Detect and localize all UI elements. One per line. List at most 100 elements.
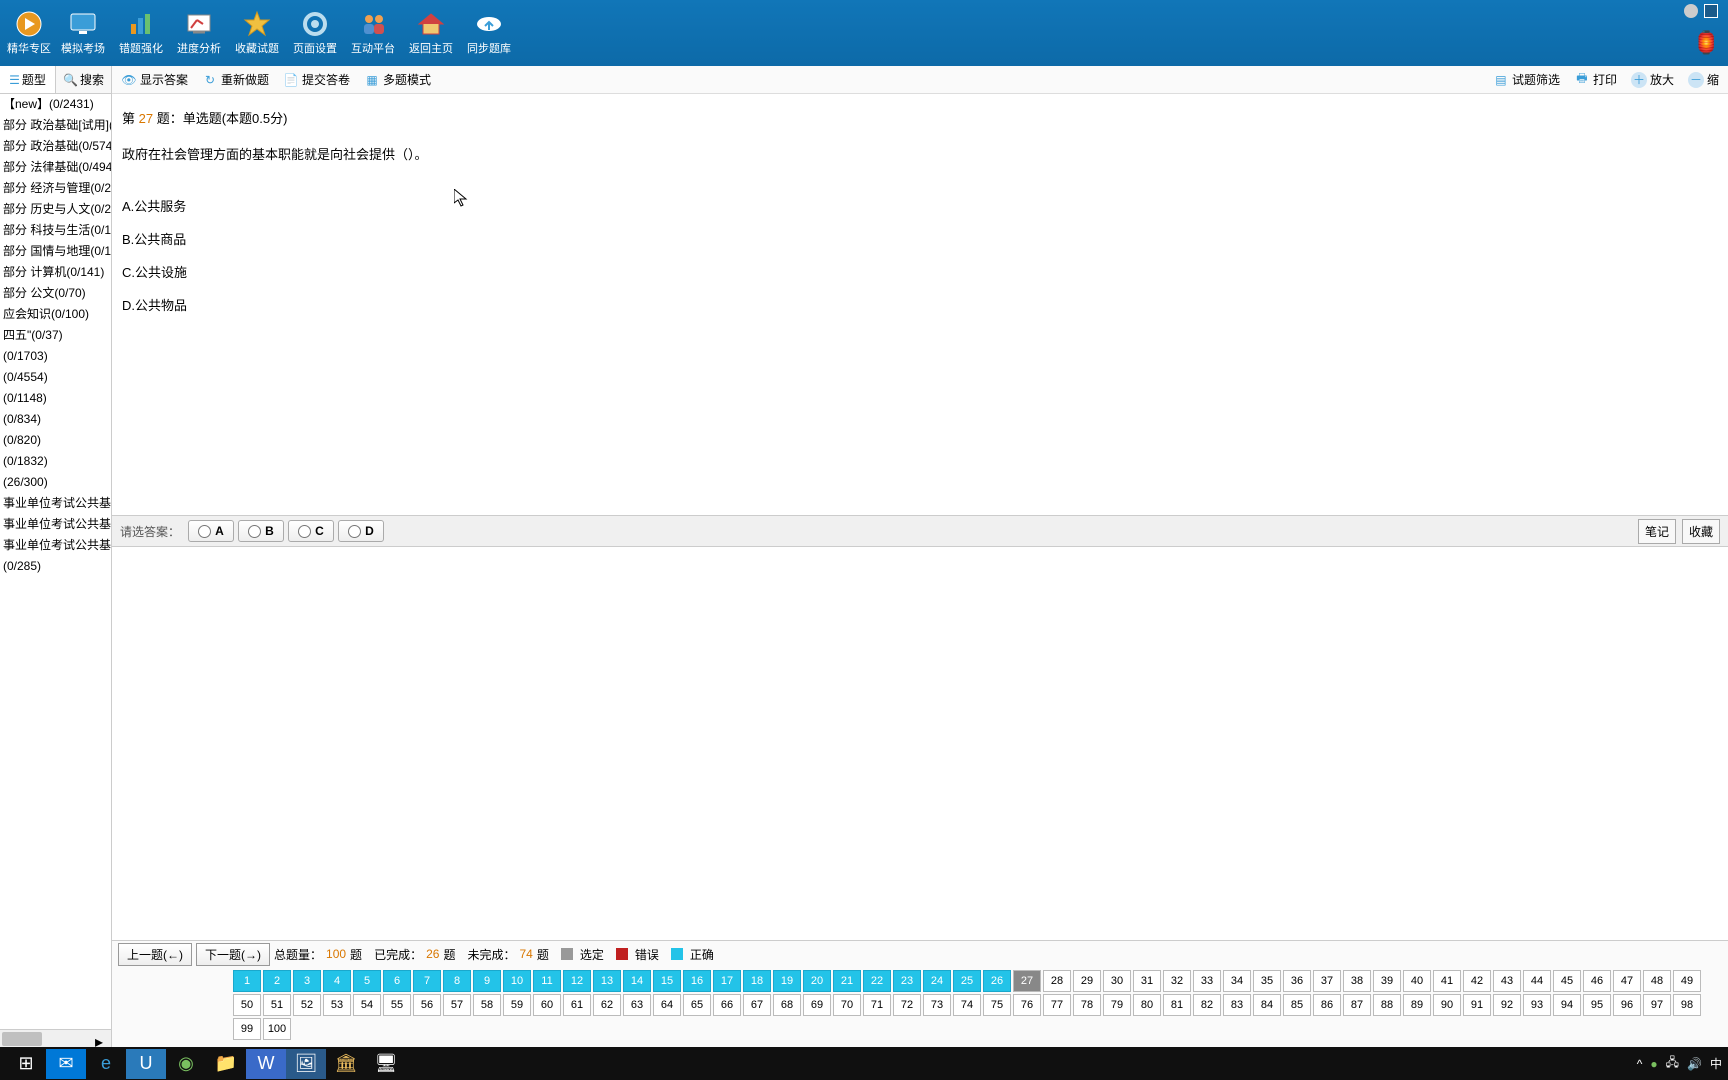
answer-option-c[interactable]: C: [288, 520, 334, 542]
ribbon-fanhui[interactable]: 返回主页: [402, 3, 460, 63]
question-number-cell[interactable]: 63: [623, 994, 651, 1016]
app3-icon[interactable]: 🖼: [286, 1049, 326, 1079]
question-number-cell[interactable]: 68: [773, 994, 801, 1016]
question-number-cell[interactable]: 96: [1613, 994, 1641, 1016]
ribbon-yemian[interactable]: 页面设置: [286, 3, 344, 63]
question-number-cell[interactable]: 26: [983, 970, 1011, 992]
question-number-cell[interactable]: 47: [1613, 970, 1641, 992]
question-number-cell[interactable]: 11: [533, 970, 561, 992]
question-number-cell[interactable]: 38: [1343, 970, 1371, 992]
question-number-cell[interactable]: 12: [563, 970, 591, 992]
question-number-cell[interactable]: 62: [593, 994, 621, 1016]
sidebar-item[interactable]: (0/1832): [0, 451, 111, 472]
tray-dot-icon[interactable]: ●: [1650, 1057, 1657, 1071]
question-number-cell[interactable]: 57: [443, 994, 471, 1016]
answer-option-b[interactable]: B: [238, 520, 284, 542]
scroll-right-icon[interactable]: ▸: [95, 1032, 109, 1046]
question-number-cell[interactable]: 90: [1433, 994, 1461, 1016]
sidebar-item[interactable]: (0/820): [0, 430, 111, 451]
question-number-cell[interactable]: 36: [1283, 970, 1311, 992]
sidebar-item[interactable]: 部分 政治基础(0/574): [0, 136, 111, 157]
question-number-cell[interactable]: 43: [1493, 970, 1521, 992]
app4-icon[interactable]: 🏛: [326, 1049, 366, 1079]
question-number-cell[interactable]: 78: [1073, 994, 1101, 1016]
sidebar-item[interactable]: 部分 法律基础(0/494): [0, 157, 111, 178]
sidebar-item[interactable]: 事业单位考试公共基础知识: [0, 514, 111, 535]
question-number-cell[interactable]: 10: [503, 970, 531, 992]
question-number-cell[interactable]: 54: [353, 994, 381, 1016]
ribbon-hudong[interactable]: 互动平台: [344, 3, 402, 63]
question-number-cell[interactable]: 6: [383, 970, 411, 992]
edge-icon[interactable]: e: [86, 1049, 126, 1079]
question-number-cell[interactable]: 44: [1523, 970, 1551, 992]
question-number-cell[interactable]: 51: [263, 994, 291, 1016]
question-number-cell[interactable]: 93: [1523, 994, 1551, 1016]
app2-icon[interactable]: ◉: [166, 1049, 206, 1079]
question-number-cell[interactable]: 50: [233, 994, 261, 1016]
question-number-cell[interactable]: 64: [653, 994, 681, 1016]
question-number-cell[interactable]: 53: [323, 994, 351, 1016]
question-number-cell[interactable]: 71: [863, 994, 891, 1016]
favorite-button[interactable]: 收藏: [1682, 519, 1720, 544]
question-number-cell[interactable]: 48: [1643, 970, 1671, 992]
explorer-icon[interactable]: 📁: [206, 1049, 246, 1079]
question-number-cell[interactable]: 40: [1403, 970, 1431, 992]
sidebar-item[interactable]: 部分 经济与管理(0/294): [0, 178, 111, 199]
sidebar-item[interactable]: 部分 公文(0/70): [0, 283, 111, 304]
question-number-cell[interactable]: 29: [1073, 970, 1101, 992]
question-number-cell[interactable]: 7: [413, 970, 441, 992]
question-number-cell[interactable]: 19: [773, 970, 801, 992]
sidebar-item[interactable]: 部分 科技与生活(0/195): [0, 220, 111, 241]
question-number-cell[interactable]: 59: [503, 994, 531, 1016]
question-number-cell[interactable]: 33: [1193, 970, 1221, 992]
question-number-cell[interactable]: 86: [1313, 994, 1341, 1016]
question-number-cell[interactable]: 14: [623, 970, 651, 992]
sidebar-item[interactable]: (0/1703): [0, 346, 111, 367]
question-number-cell[interactable]: 17: [713, 970, 741, 992]
question-number-cell[interactable]: 24: [923, 970, 951, 992]
sidebar-item[interactable]: 【new】(0/2431): [0, 94, 111, 115]
question-number-cell[interactable]: 97: [1643, 994, 1671, 1016]
question-number-cell[interactable]: 55: [383, 994, 411, 1016]
question-number-cell[interactable]: 42: [1463, 970, 1491, 992]
question-number-cell[interactable]: 39: [1373, 970, 1401, 992]
question-number-cell[interactable]: 98: [1673, 994, 1701, 1016]
question-number-cell[interactable]: 16: [683, 970, 711, 992]
question-number-cell[interactable]: 82: [1193, 994, 1221, 1016]
question-number-cell[interactable]: 60: [533, 994, 561, 1016]
sidebar-item[interactable]: 四五"(0/37): [0, 325, 111, 346]
question-number-cell[interactable]: 100: [263, 1018, 291, 1040]
ribbon-moni[interactable]: 模拟考场: [54, 3, 112, 63]
restore-icon[interactable]: [1704, 4, 1718, 18]
question-number-cell[interactable]: 2: [263, 970, 291, 992]
question-number-cell[interactable]: 83: [1223, 994, 1251, 1016]
question-number-cell[interactable]: 88: [1373, 994, 1401, 1016]
print-button[interactable]: 🖶 打印: [1567, 67, 1624, 92]
question-number-cell[interactable]: 32: [1163, 970, 1191, 992]
question-number-cell[interactable]: 99: [233, 1018, 261, 1040]
question-number-cell[interactable]: 28: [1043, 970, 1071, 992]
ribbon-jindu[interactable]: 进度分析: [170, 3, 228, 63]
question-number-cell[interactable]: 30: [1103, 970, 1131, 992]
question-number-cell[interactable]: 67: [743, 994, 771, 1016]
mail-icon[interactable]: ✉: [46, 1049, 86, 1079]
question-number-cell[interactable]: 35: [1253, 970, 1281, 992]
question-number-cell[interactable]: 72: [893, 994, 921, 1016]
question-number-cell[interactable]: 13: [593, 970, 621, 992]
question-number-cell[interactable]: 58: [473, 994, 501, 1016]
sidebar-item[interactable]: (26/300): [0, 472, 111, 493]
question-number-cell[interactable]: 79: [1103, 994, 1131, 1016]
question-number-cell[interactable]: 89: [1403, 994, 1431, 1016]
question-number-cell[interactable]: 45: [1553, 970, 1581, 992]
question-number-cell[interactable]: 69: [803, 994, 831, 1016]
question-number-cell[interactable]: 81: [1163, 994, 1191, 1016]
app5-icon[interactable]: 🖥: [366, 1049, 406, 1079]
redo-button[interactable]: ↻ 重新做题: [195, 67, 276, 92]
question-number-cell[interactable]: 56: [413, 994, 441, 1016]
tray-net-icon[interactable]: 🖧: [1666, 1053, 1679, 1074]
question-number-cell[interactable]: 22: [863, 970, 891, 992]
question-number-cell[interactable]: 73: [923, 994, 951, 1016]
taskview-icon[interactable]: ⊞: [6, 1049, 46, 1079]
answer-option-a[interactable]: A: [188, 520, 234, 542]
question-number-cell[interactable]: 3: [293, 970, 321, 992]
